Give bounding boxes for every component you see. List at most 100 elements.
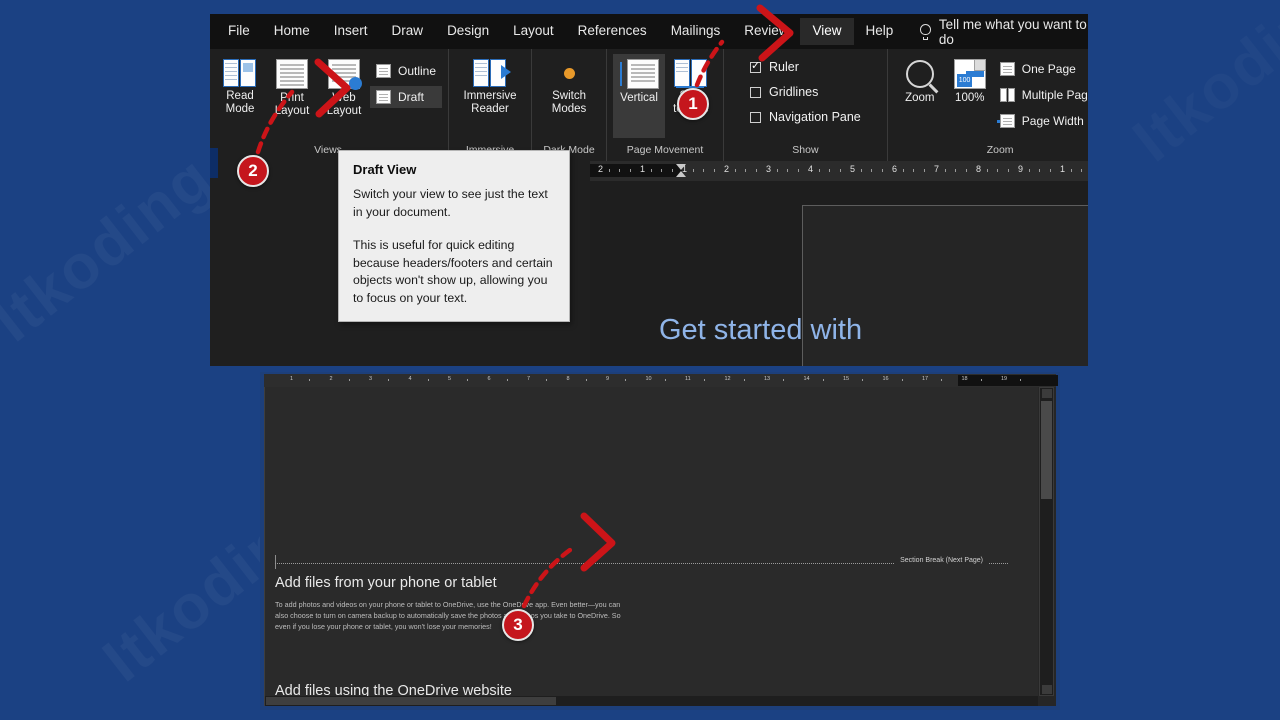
ruler-tick	[965, 169, 967, 172]
draft-view-screenshot: 1 2 3 4 5 6 7 8 9 10 11 12 13 14 15 16 17 18 19 Section Br…	[260, 372, 1060, 710]
tab-design[interactable]: Design	[435, 18, 501, 46]
ruler-mark: 15	[843, 376, 850, 382]
ruler-tick	[608, 169, 610, 172]
zoom-100-button[interactable]: 100 100%	[946, 54, 994, 138]
tab-file[interactable]: File	[216, 18, 262, 46]
ruler-tick	[923, 169, 925, 172]
tab-home[interactable]: Home	[262, 18, 322, 46]
ruler-mark: 9	[606, 376, 610, 382]
gridlines-checkbox[interactable]	[750, 86, 762, 98]
read-mode-button[interactable]: Read Mode	[214, 54, 266, 138]
tab-view[interactable]: View	[800, 17, 854, 46]
ruler-mark: 3	[766, 164, 772, 174]
vertical-scroll-button[interactable]: Vertical	[613, 54, 666, 138]
switch-modes-icon	[555, 59, 583, 87]
web-layout-label-1: Web	[332, 92, 356, 104]
watermark: Itkoding	[0, 142, 226, 356]
multiple-pages-button[interactable]: Multiple Pages	[994, 84, 1088, 106]
ruler-mark: 5	[448, 376, 452, 382]
web-layout-button[interactable]: Web Layout	[318, 54, 370, 138]
gridlines-checkbox-row[interactable]: Gridlines	[746, 82, 822, 102]
bottom-horizontal-ruler[interactable]: 1 2 3 4 5 6 7 8 9 10 11 12 13 14 15 16 17 18 19	[264, 374, 1058, 387]
print-layout-label-2: Layout	[274, 105, 310, 117]
tooltip-title: Draft View	[353, 162, 417, 177]
tab-draw[interactable]: Draw	[380, 18, 436, 46]
navigation-pane-checkbox[interactable]	[750, 111, 762, 123]
ruler-tick	[309, 379, 310, 381]
web-layout-icon	[328, 59, 362, 90]
ruler-tick	[787, 169, 788, 172]
ruler-mark: 7	[934, 164, 940, 174]
print-layout-button[interactable]: Print Layout	[266, 54, 318, 138]
ruler-tick	[734, 169, 736, 172]
ruler-tick	[661, 169, 662, 172]
scroll-down-arrow[interactable]	[1042, 685, 1052, 694]
ruler-mark: 19	[1001, 376, 1008, 382]
ruler-tick	[913, 169, 914, 172]
immersive-reader-button[interactable]: Immersive Reader	[455, 54, 525, 138]
ruler-tick	[348, 379, 350, 381]
ruler-tick	[1070, 169, 1072, 172]
scrollbar-thumb[interactable]	[1041, 401, 1052, 499]
switch-modes-button[interactable]: Switch Modes	[538, 54, 600, 138]
tab-layout[interactable]: Layout	[501, 18, 566, 46]
zoom-button[interactable]: Zoom	[894, 54, 946, 138]
ruler-tick	[664, 379, 666, 381]
ruler-mark: 8	[976, 164, 982, 174]
one-page-label: One Page	[1021, 62, 1076, 76]
ruler-tick	[783, 379, 784, 381]
ruler-tick	[818, 169, 820, 172]
ruler-mark: 6	[892, 164, 898, 174]
ruler-tick	[427, 379, 429, 381]
outline-label: Outline	[398, 64, 437, 78]
indent-marker[interactable]	[676, 164, 686, 177]
read-mode-label-1: Read	[226, 90, 254, 102]
ruler-tick	[625, 379, 626, 381]
horizontal-scrollbar[interactable]	[265, 696, 1038, 706]
ribbon-group-views: Read Mode Print Layout Web Layout Outlin…	[210, 49, 450, 161]
one-page-button[interactable]: One Page	[994, 58, 1088, 80]
ruler-checkbox-row[interactable]: Ruler	[746, 57, 803, 77]
ruler-tick	[944, 169, 946, 172]
tab-references[interactable]: References	[566, 18, 659, 46]
ruler-tick	[650, 169, 652, 172]
ruler-tick	[1081, 169, 1082, 172]
tab-help[interactable]: Help	[854, 18, 906, 46]
ruler-mark: 2	[598, 164, 604, 174]
left-edge-strip	[210, 148, 218, 178]
tab-insert[interactable]: Insert	[322, 18, 380, 46]
ribbon-body: Read Mode Print Layout Web Layout Outlin…	[210, 49, 1088, 161]
ruler-mark: 1	[290, 376, 294, 382]
outline-view-button[interactable]: Outline	[370, 60, 442, 82]
ribbon-group-dark-mode: Switch Modes Dark Mode	[532, 49, 608, 161]
section-break: Section Break (Next Page)	[275, 557, 1008, 564]
tell-me-box[interactable]: Tell me what you want to do	[919, 17, 1088, 47]
scroll-up-arrow[interactable]	[1042, 389, 1052, 398]
tab-mailings[interactable]: Mailings	[659, 18, 733, 46]
draft-page[interactable]: Section Break (Next Page) Add files from…	[265, 387, 1038, 699]
watermark: Itkoding	[1120, 0, 1280, 176]
tell-me-label: Tell me what you want to do	[938, 16, 1087, 47]
navigation-pane-checkbox-row[interactable]: Navigation Pane	[746, 107, 865, 127]
ruler-mark: 6	[487, 376, 491, 382]
ruler-tick	[776, 169, 778, 172]
tooltip-paragraph-1: Switch your view to see just the text in…	[353, 187, 548, 219]
multiple-pages-icon	[999, 88, 1015, 102]
ruler-mark: 9	[1018, 164, 1024, 174]
ruler-tick	[506, 379, 508, 381]
ruler-tick	[1007, 169, 1009, 172]
tab-review[interactable]: Review	[732, 18, 800, 46]
ruler-mark: 1	[640, 164, 646, 174]
immersive-reader-label-2: Reader	[471, 103, 509, 115]
hscrollbar-thumb[interactable]	[266, 697, 556, 705]
ruler-tick	[388, 379, 389, 381]
outline-icon	[376, 64, 391, 78]
vertical-scrollbar[interactable]	[1039, 387, 1054, 696]
ruler-tick	[703, 169, 704, 172]
draft-view-button[interactable]: Draft	[370, 86, 443, 108]
ruler-tick	[619, 169, 620, 172]
page-width-button[interactable]: Page Width	[994, 110, 1088, 132]
ruler-checkbox[interactable]	[750, 59, 762, 73]
ribbon-tabbar: File Home Insert Draw Design Layout Refe…	[210, 14, 1088, 49]
horizontal-ruler[interactable]: 211234567891	[590, 161, 1088, 181]
